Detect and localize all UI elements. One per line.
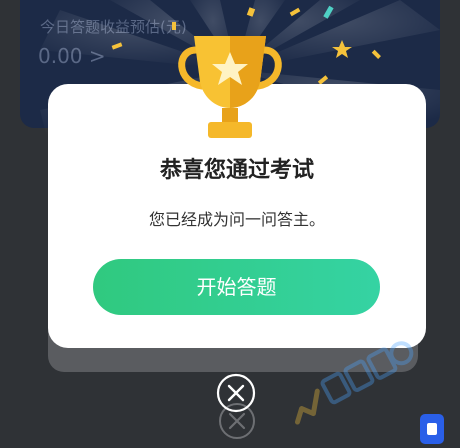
close-icon[interactable] <box>216 373 256 413</box>
dialog-title: 恭喜您通过考试 <box>159 158 314 183</box>
trophy-icon <box>178 36 282 138</box>
start-answering-button[interactable]: 开始答题 <box>93 259 380 315</box>
dialog-subtitle: 您已经成为问一问答主。 <box>148 210 325 229</box>
chat-icon[interactable] <box>420 414 444 444</box>
